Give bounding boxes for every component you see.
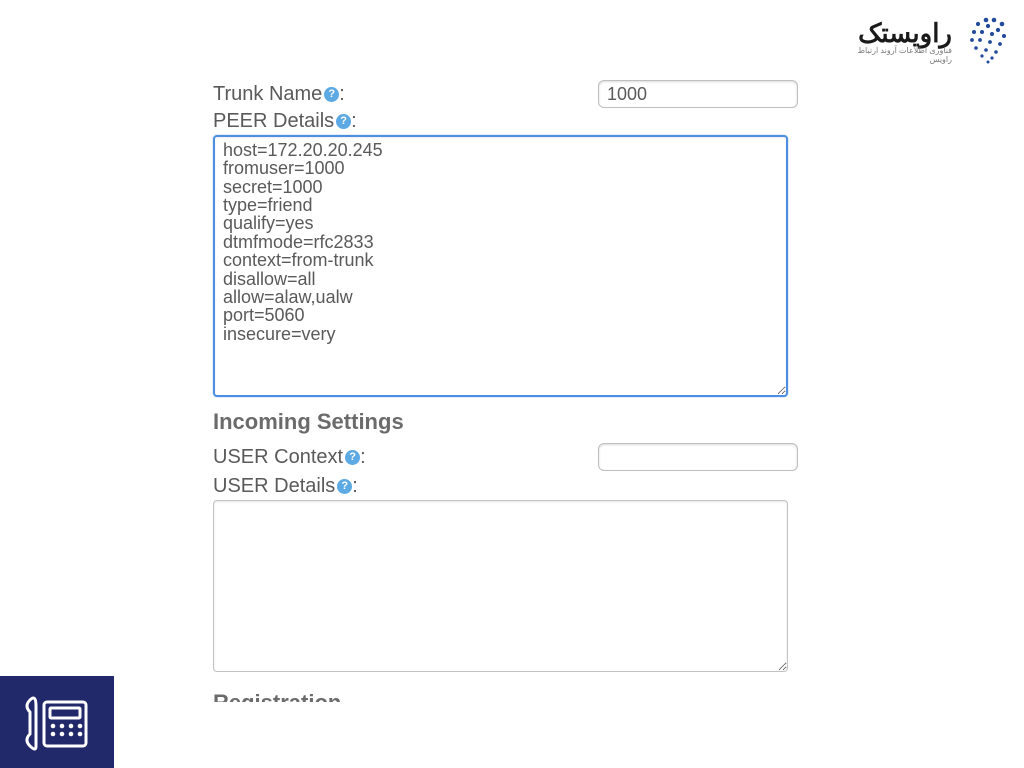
user-context-row: USER Context?: — [213, 443, 798, 471]
user-details-label-row: USER Details?: — [213, 475, 798, 498]
phone-fax-icon — [22, 692, 92, 752]
help-icon[interactable]: ? — [337, 479, 352, 494]
peer-details-textarea[interactable] — [213, 135, 788, 397]
help-icon[interactable]: ? — [324, 87, 339, 102]
trunk-config-form: Trunk Name?: PEER Details?: Incoming Set… — [213, 80, 798, 710]
user-details-label-text: USER Details — [213, 475, 335, 497]
help-icon[interactable]: ? — [336, 114, 351, 129]
user-context-label-text: USER Context — [213, 446, 343, 468]
trunk-name-label: Trunk Name?: — [213, 83, 598, 106]
brand-dots-icon — [958, 14, 1010, 66]
peer-details-label-text: PEER Details — [213, 110, 334, 132]
user-details-label: USER Details?: — [213, 475, 798, 498]
brand-logo: راویستک فناوری اطلاعات آروند ارتباط راوی… — [856, 18, 1006, 64]
phone-tile — [0, 676, 114, 768]
registration-heading: Registration — [213, 690, 798, 702]
user-details-textarea[interactable] — [213, 500, 788, 672]
user-context-label: USER Context?: — [213, 446, 598, 469]
peer-details-label: PEER Details?: — [213, 110, 798, 133]
trunk-name-input[interactable] — [598, 80, 798, 108]
trunk-name-row: Trunk Name?: — [213, 80, 798, 108]
user-context-input[interactable] — [598, 443, 798, 471]
help-icon[interactable]: ? — [345, 450, 360, 465]
incoming-settings-heading: Incoming Settings — [213, 409, 798, 435]
peer-details-label-row: PEER Details?: — [213, 110, 798, 133]
trunk-name-label-text: Trunk Name — [213, 83, 322, 105]
